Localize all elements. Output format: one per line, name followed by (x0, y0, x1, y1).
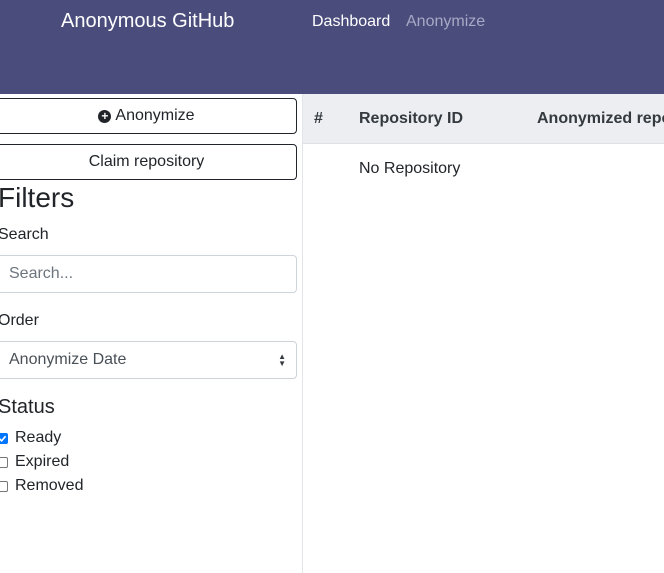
brand-title[interactable]: Anonymous GitHub (61, 10, 234, 33)
status-removed-label: Removed (15, 477, 84, 494)
filters-heading: Filters (0, 182, 75, 213)
status-expired-option[interactable]: Expired (0, 453, 69, 471)
status-ready-option[interactable]: Ready (0, 429, 61, 447)
nav-link-dashboard[interactable]: Dashboard (312, 13, 390, 31)
filters-sidebar: + Anonymize Claim repository Filters Sea… (0, 94, 303, 573)
order-select[interactable]: Anonymize Date ▲ ▼ (0, 341, 297, 379)
status-ready-checkbox[interactable] (0, 432, 8, 444)
order-label: Order (0, 312, 39, 329)
search-input[interactable] (0, 255, 297, 293)
select-arrows-icon: ▲ ▼ (278, 352, 286, 368)
plus-circle-icon: + (98, 109, 112, 123)
nav-link-anonymize[interactable]: Anonymize (406, 13, 485, 31)
status-expired-checkbox[interactable] (0, 456, 8, 468)
anonymize-button[interactable]: + Anonymize (0, 98, 297, 134)
column-header-repository-id[interactable]: Repository ID (359, 110, 463, 128)
status-ready-label: Ready (15, 429, 62, 446)
status-removed-option[interactable]: Removed (0, 477, 83, 495)
search-label: Search (0, 226, 49, 243)
claim-repository-button[interactable]: Claim repository (0, 144, 297, 180)
column-header-anonymized-repo[interactable]: Anonymized repo (537, 110, 664, 128)
order-select-value: Anonymize Date (9, 351, 127, 368)
status-expired-label: Expired (15, 453, 70, 470)
top-navbar: Anonymous GitHub Dashboard Anonymize (0, 0, 664, 94)
claim-repository-label: Claim repository (88, 153, 205, 170)
empty-table-message: No Repository (359, 160, 461, 177)
table-header: # Repository ID Anonymized repo (303, 94, 664, 144)
status-removed-checkbox[interactable] (0, 480, 8, 492)
status-heading: Status (0, 396, 55, 418)
anonymize-button-label: Anonymize (115, 107, 195, 124)
column-header-number[interactable]: # (314, 110, 323, 128)
repository-table: # Repository ID Anonymized repo No Repos… (303, 94, 664, 573)
